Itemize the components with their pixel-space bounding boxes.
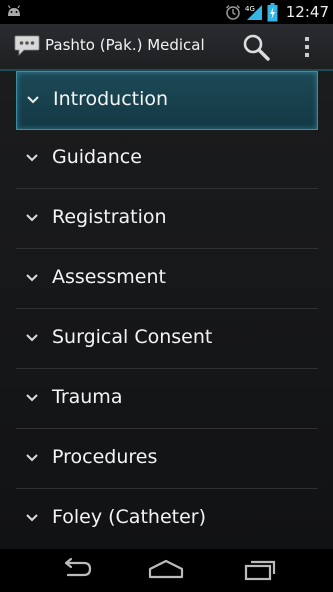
chevron-down-icon	[26, 274, 38, 282]
list-item-procedures[interactable]: Procedures	[16, 430, 318, 489]
chevron-down-icon	[26, 154, 38, 162]
chevron-down-icon	[26, 214, 38, 222]
list-item-label: Registration	[52, 206, 167, 228]
list-item-label: Assessment	[52, 266, 166, 288]
app-speech-bubble-icon[interactable]	[14, 34, 40, 56]
chevron-down-icon	[26, 394, 38, 402]
list-item-assessment[interactable]: Assessment	[16, 250, 318, 309]
home-icon[interactable]	[146, 557, 186, 583]
recent-apps-icon[interactable]	[240, 557, 280, 583]
list-item-label: Trauma	[52, 386, 123, 408]
network-type-label: 4G	[245, 5, 255, 13]
chevron-down-icon	[26, 454, 38, 462]
list-item-label: Guidance	[52, 146, 142, 168]
list-item-guidance[interactable]: Guidance	[16, 130, 318, 189]
list-item-label: Foley (Catheter)	[52, 506, 206, 528]
chevron-down-icon	[26, 334, 38, 342]
search-icon[interactable]	[241, 32, 271, 62]
battery-charging-icon	[267, 2, 278, 21]
chevron-down-icon	[26, 514, 38, 522]
navigation-bar	[0, 549, 333, 592]
list-item-label: Procedures	[52, 446, 158, 468]
list-item-foley-catheter[interactable]: Foley (Catheter)	[16, 490, 318, 549]
list-item-registration[interactable]: Registration	[16, 190, 318, 249]
status-bar: 4G 12:47	[0, 0, 333, 24]
list-item-label: Introduction	[53, 88, 169, 110]
android-icon	[7, 5, 21, 16]
signal-icon: 4G	[245, 5, 262, 20]
list-item-introduction[interactable]: Introduction	[16, 71, 318, 130]
section-list: Introduction Guidance Registration Asses…	[0, 71, 333, 549]
back-icon[interactable]	[54, 557, 94, 583]
action-bar: Pashto (Pak.) Medical	[0, 24, 333, 71]
list-item-trauma[interactable]: Trauma	[16, 370, 318, 429]
list-item-label: Surgical Consent	[52, 326, 213, 348]
app-title: Pashto (Pak.) Medical	[45, 36, 205, 54]
overflow-menu-icon[interactable]	[297, 33, 317, 61]
chevron-down-icon	[27, 96, 39, 104]
alarm-icon	[225, 5, 240, 20]
status-time: 12:47	[285, 3, 329, 21]
list-item-surgical-consent[interactable]: Surgical Consent	[16, 310, 318, 369]
